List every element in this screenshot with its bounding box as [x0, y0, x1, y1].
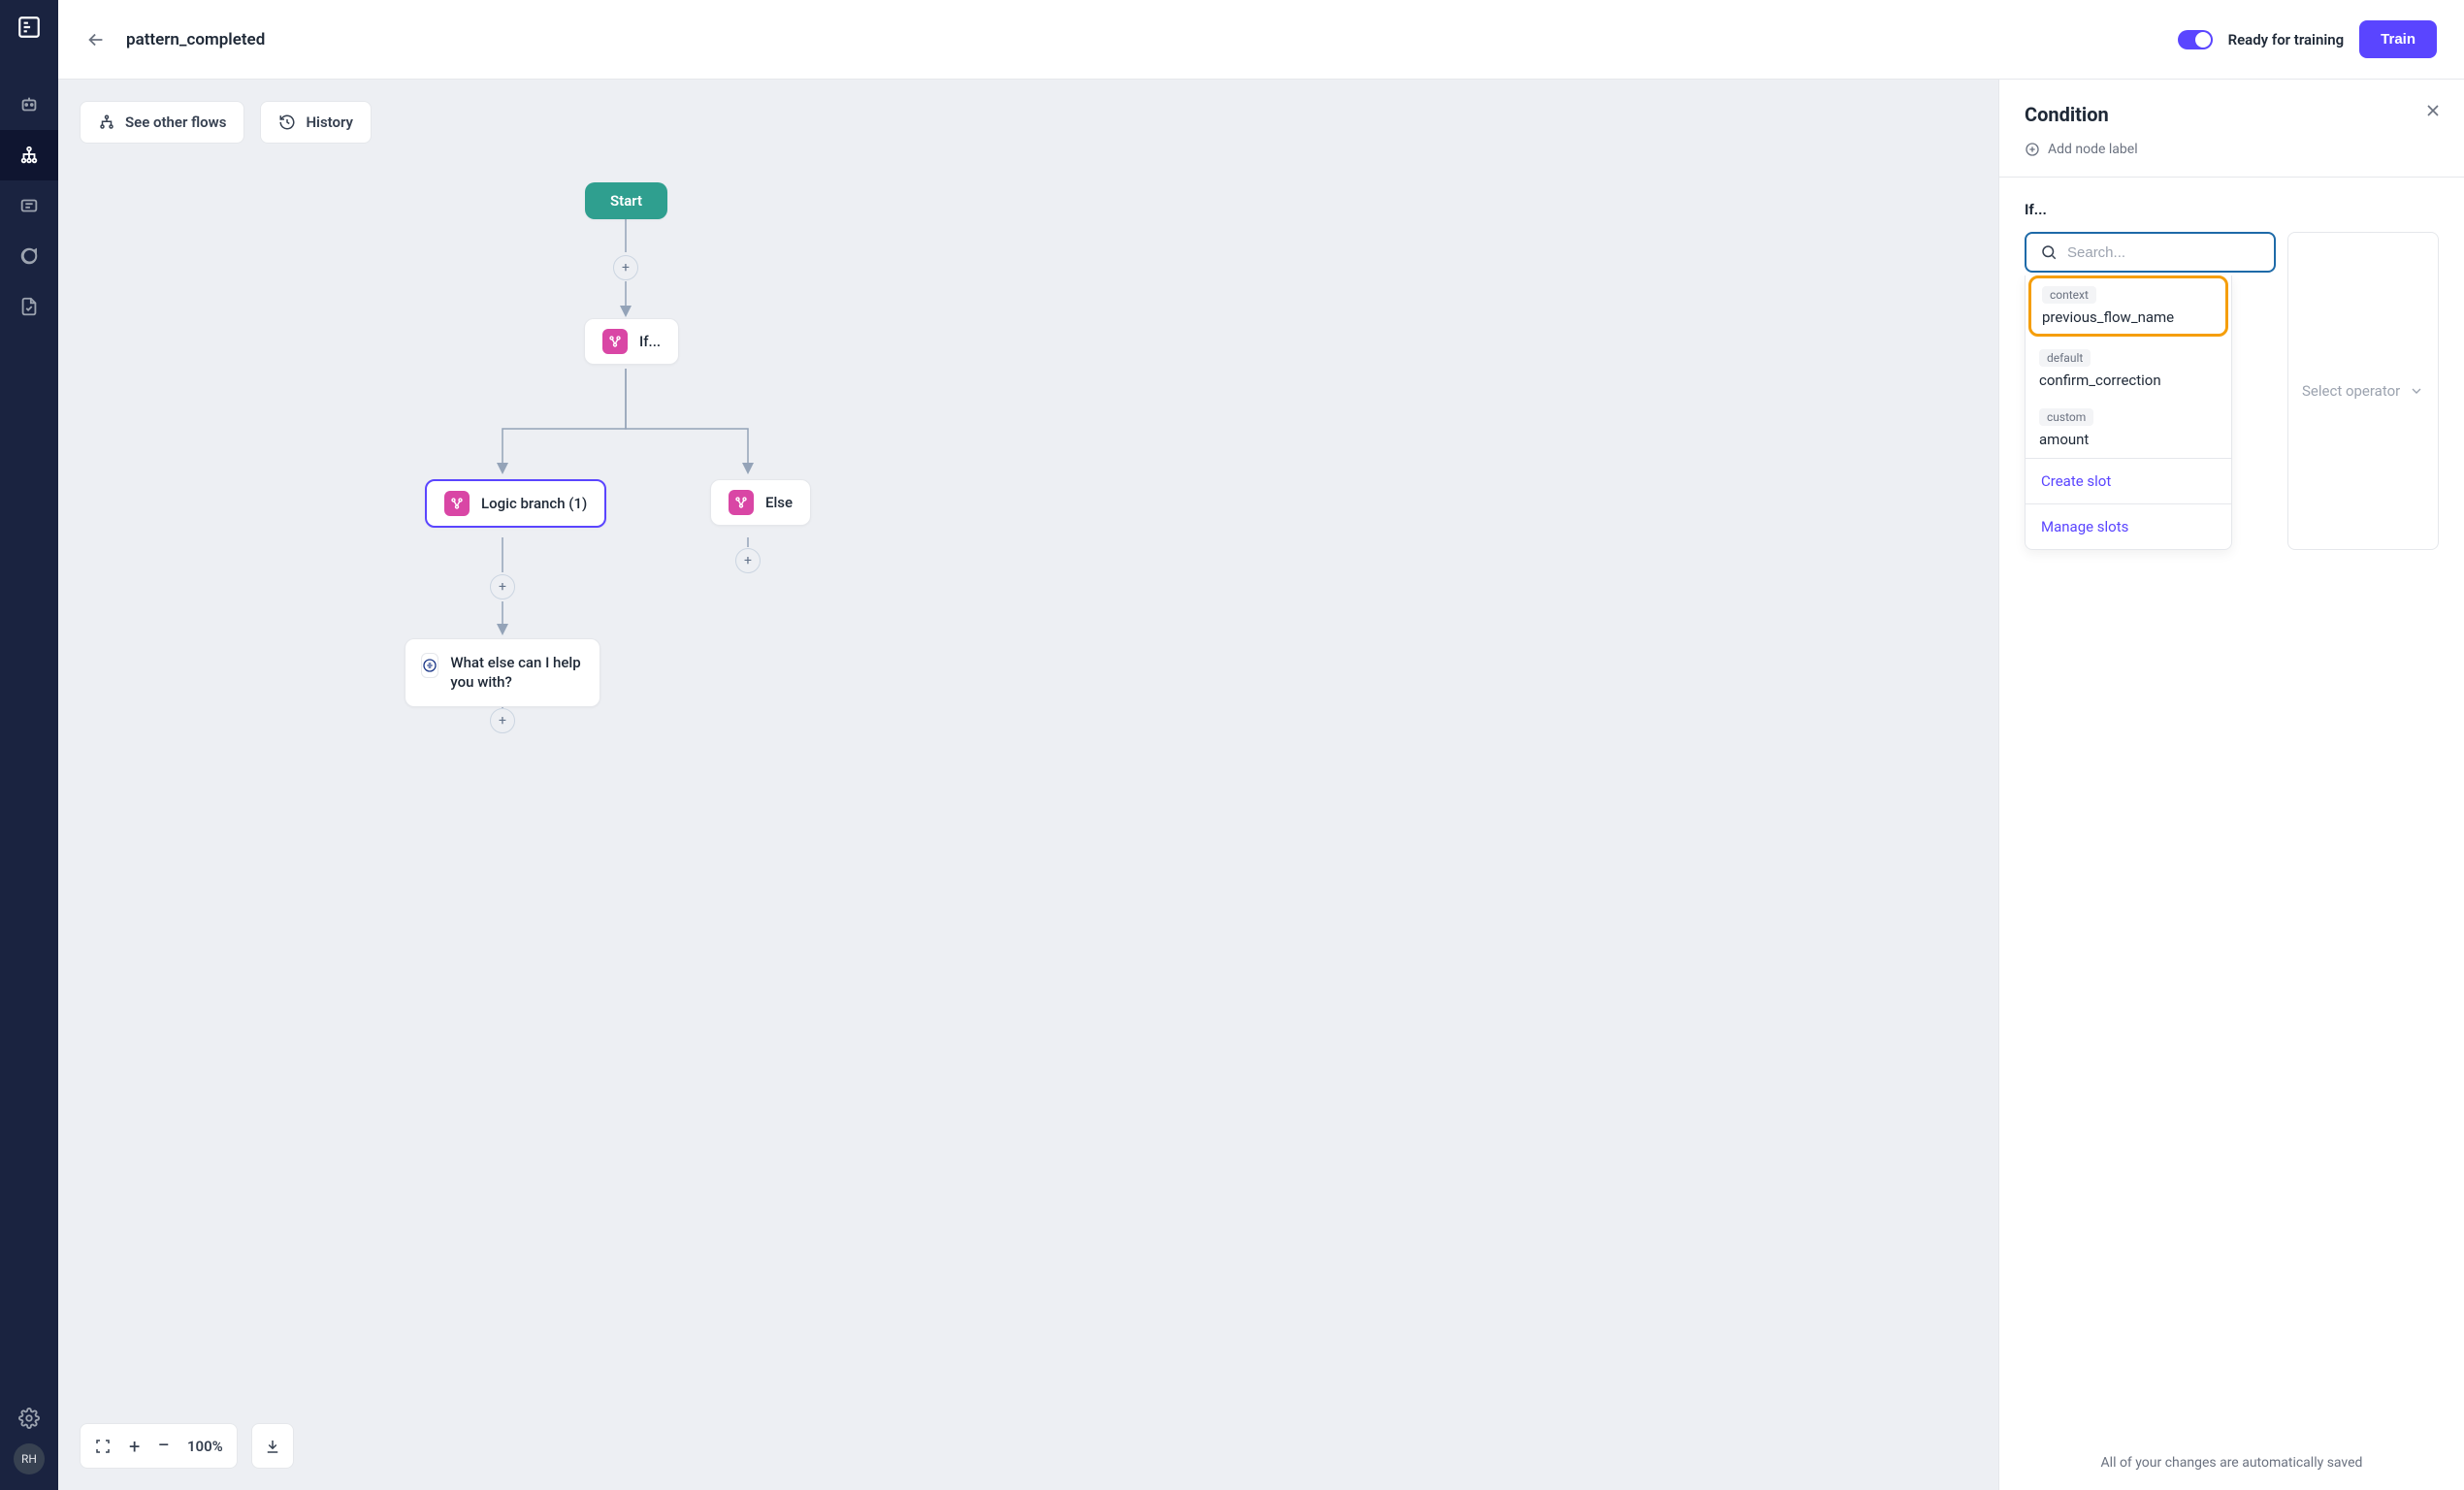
zoom-controls: + − 100%: [80, 1423, 238, 1469]
condition-search-input[interactable]: [2025, 232, 2276, 273]
add-step-button[interactable]: +: [490, 708, 515, 733]
start-node[interactable]: Start: [585, 182, 667, 219]
slot-value: confirm_correction: [2039, 372, 2161, 389]
message-text: What else can I help you with?: [450, 653, 584, 693]
search-icon: [2040, 243, 2058, 261]
add-label-text: Add node label: [2048, 142, 2138, 157]
back-arrow-icon[interactable]: [85, 29, 107, 50]
chevron-down-icon: [2409, 383, 2424, 399]
slot-tag: custom: [2039, 408, 2093, 426]
add-step-button[interactable]: +: [613, 255, 638, 280]
slot-value: previous_flow_name: [2042, 308, 2174, 326]
zoom-in-button[interactable]: +: [129, 1435, 140, 1458]
if-label: If...: [639, 333, 661, 350]
nav-conversations[interactable]: [0, 231, 58, 281]
branch-icon: [444, 491, 470, 516]
slot-dropdown: context previous_flow_name default confi…: [2025, 275, 2232, 550]
zoom-level: 100%: [187, 1438, 223, 1455]
nav-nlu[interactable]: [0, 180, 58, 231]
branch-icon: [602, 329, 628, 354]
create-slot-link[interactable]: Create slot: [2026, 459, 2231, 503]
header: pattern_completed Ready for training Tra…: [58, 0, 2464, 80]
plus-circle-icon: [2025, 142, 2040, 157]
train-button[interactable]: Train: [2359, 20, 2437, 58]
if-node[interactable]: If...: [584, 318, 679, 365]
fit-view-icon[interactable]: [94, 1438, 112, 1455]
if-heading: If...: [2025, 201, 2439, 218]
logic-branch-label: Logic branch (1): [481, 495, 587, 512]
ready-toggle[interactable]: [2178, 30, 2213, 49]
nav-settings[interactable]: [0, 1393, 58, 1443]
rasa-logo: [16, 14, 43, 41]
zoom-out-button[interactable]: −: [157, 1434, 170, 1458]
else-label: Else: [765, 494, 793, 511]
slot-value: amount: [2039, 431, 2089, 448]
dropdown-item-context[interactable]: context previous_flow_name: [2028, 275, 2228, 337]
download-button[interactable]: [251, 1423, 294, 1469]
panel-title: Condition: [2025, 103, 2439, 126]
add-node-label-button[interactable]: Add node label: [2025, 142, 2439, 157]
operator-placeholder: Select operator: [2302, 382, 2400, 400]
manage-slots-link[interactable]: Manage slots: [2026, 504, 2231, 549]
operator-select[interactable]: Select operator: [2287, 232, 2439, 550]
side-navigation: RH: [0, 0, 58, 1490]
dropdown-item-default[interactable]: default confirm_correction: [2026, 340, 2231, 399]
slot-tag: context: [2042, 286, 2096, 304]
user-avatar[interactable]: RH: [14, 1443, 45, 1474]
autosave-footer: All of your changes are automatically sa…: [1999, 1435, 2464, 1490]
add-step-button[interactable]: +: [490, 574, 515, 599]
search-field[interactable]: [2067, 244, 2260, 261]
close-icon[interactable]: [2423, 101, 2443, 120]
branch-icon: [729, 490, 754, 515]
nav-files[interactable]: [0, 281, 58, 332]
flow-canvas[interactable]: See other flows History: [58, 80, 1998, 1490]
chat-icon: [421, 653, 438, 678]
start-label: Start: [610, 192, 642, 210]
else-node[interactable]: Else: [710, 479, 811, 526]
nav-assistant[interactable]: [0, 80, 58, 130]
logic-branch-node[interactable]: Logic branch (1): [425, 479, 606, 528]
dropdown-item-custom[interactable]: custom amount: [2026, 399, 2231, 458]
ready-label: Ready for training: [2228, 31, 2345, 49]
nav-flows[interactable]: [0, 130, 58, 180]
add-step-button[interactable]: +: [735, 548, 761, 573]
page-title: pattern_completed: [126, 30, 265, 49]
slot-tag: default: [2039, 349, 2091, 367]
inspector-panel: Condition Add node label If...: [1998, 80, 2464, 1490]
message-node[interactable]: What else can I help you with?: [405, 638, 600, 707]
